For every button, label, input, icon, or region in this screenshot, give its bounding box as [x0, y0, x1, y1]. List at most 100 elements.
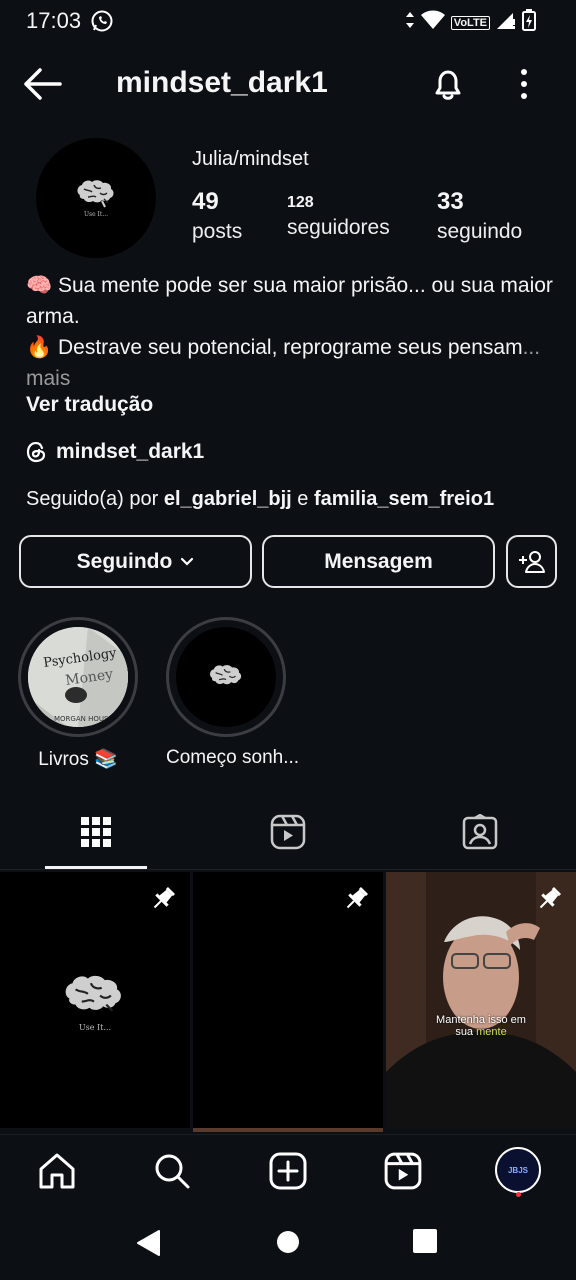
brain-icon — [210, 665, 242, 685]
search-icon — [155, 1154, 190, 1189]
followed-by[interactable]: Seguido(a) por el_gabriel_bjj e familia_… — [26, 488, 494, 511]
pin-icon — [148, 884, 178, 919]
more-vertical-icon — [521, 69, 527, 99]
post-caption-line-2: sua mente — [386, 1026, 576, 1038]
following-button-label: Seguindo — [76, 549, 173, 573]
back-button[interactable] — [22, 66, 66, 102]
following-button[interactable]: Seguindo — [19, 535, 252, 588]
content-tabs — [0, 800, 576, 870]
status-time: 17:03 — [26, 8, 82, 33]
nav-search[interactable] — [150, 1149, 194, 1193]
threads-handle: mindset_dark1 — [56, 440, 205, 463]
reels-icon — [270, 814, 306, 850]
active-tab-indicator — [45, 866, 147, 869]
stat-posts[interactable]: 49 posts — [192, 188, 242, 244]
followed-prefix: Seguido(a) por — [26, 488, 164, 510]
highlight-books[interactable]: Psychology Money MORGAN HOUSEL Livros 📚 — [18, 617, 138, 771]
notification-dot — [516, 1192, 521, 1197]
pin-icon — [341, 884, 371, 919]
highlight-beginning[interactable]: Começo sonh... — [166, 617, 300, 769]
profile-badge-text: JBJS — [507, 1165, 528, 1175]
whatsapp-icon — [90, 9, 114, 38]
threads-icon — [26, 441, 46, 463]
caption-highlight-word: mente — [476, 1026, 507, 1038]
message-button-label: Mensagem — [324, 549, 433, 573]
circle-home-icon — [277, 1231, 299, 1253]
stat-followers[interactable]: 128 seguidores — [287, 188, 390, 240]
wifi-icon — [420, 10, 445, 35]
triangle-back-icon — [137, 1230, 160, 1256]
status-indicators: VoLTE — [405, 9, 536, 36]
pin-icon — [534, 884, 564, 919]
message-button[interactable]: Mensagem — [262, 535, 495, 588]
system-home-button[interactable] — [274, 1228, 304, 1258]
display-name: Julia/mindset — [192, 148, 309, 170]
profile-avatar-small: JBJS — [495, 1147, 541, 1193]
stat-following[interactable]: 33 seguindo — [437, 188, 522, 244]
battery-icon — [522, 9, 536, 36]
next-row-peek — [193, 1128, 383, 1132]
stat-posts-value: 49 — [192, 188, 219, 215]
nav-profile[interactable]: JBJS — [494, 1146, 542, 1194]
profile-header: mindset_dark1 — [0, 52, 576, 116]
post-caption-line-1: Mantenha isso em — [436, 1014, 526, 1026]
stat-followers-label: seguidores — [287, 216, 390, 239]
bio-line-1: 🧠 Sua mente pode ser sua maior prisão...… — [26, 274, 553, 328]
signal-icon — [496, 10, 516, 35]
notifications-button[interactable] — [428, 64, 468, 104]
caption-word: sua — [455, 1026, 477, 1038]
see-translation-link[interactable]: Ver tradução — [26, 393, 153, 417]
chevron-down-icon — [181, 557, 194, 566]
volte-badge: VoLTE — [450, 15, 490, 30]
plus-square-icon — [269, 1152, 307, 1190]
highlight-books-label: Livros 📚 — [38, 749, 118, 770]
stat-posts-label: posts — [192, 220, 243, 243]
nav-reels[interactable] — [381, 1149, 425, 1193]
tab-tagged[interactable] — [455, 810, 505, 854]
posts-grid: Use It... Mantenha isso em sua mente — [0, 872, 576, 1132]
profile-avatar[interactable]: Use It... — [36, 138, 156, 258]
post-caption: Use It... — [78, 1023, 112, 1032]
bio: 🧠 Sua mente pode ser sua maior prisão...… — [26, 270, 556, 394]
stat-following-value: 33 — [437, 188, 464, 215]
data-arrows-icon — [405, 11, 415, 34]
system-navigation — [0, 1204, 576, 1280]
arrow-left-icon — [24, 68, 62, 100]
stat-following-label: seguindo — [437, 220, 523, 243]
followed-and: e — [291, 488, 314, 510]
brain-icon — [77, 179, 114, 207]
bio-line-2-text: 🔥 Destrave seu potencial, reprograme seu… — [26, 336, 523, 359]
status-bar: 17:03 VoLTE — [0, 0, 576, 44]
avatar-caption: Use It... — [83, 210, 109, 218]
brain-icon — [65, 975, 121, 1012]
nav-home[interactable] — [35, 1149, 79, 1193]
nav-create[interactable] — [266, 1149, 310, 1193]
tab-posts-grid[interactable] — [71, 810, 121, 854]
reels-icon — [384, 1152, 422, 1190]
post-tile[interactable]: Mantenha isso em sua mente — [386, 872, 576, 1128]
tagged-user-icon — [462, 814, 498, 850]
bottom-navigation: JBJS — [0, 1134, 576, 1204]
followed-user-2: familia_sem_freio1 — [313, 488, 495, 510]
highlight-beginning-label: Começo sonh... — [166, 747, 300, 768]
bell-icon — [435, 70, 461, 100]
post-image — [60, 974, 128, 1025]
system-back-button[interactable] — [134, 1228, 164, 1258]
post-tile[interactable]: Use It... — [0, 872, 190, 1128]
tab-reels[interactable] — [263, 810, 313, 854]
stat-followers-value: 128 — [287, 194, 314, 211]
home-icon — [39, 1153, 75, 1189]
post-tile[interactable] — [193, 872, 383, 1128]
grid-icon — [81, 817, 111, 847]
threads-link[interactable]: mindset_dark1 — [26, 440, 204, 464]
followed-user-1: el_gabriel_bjj — [163, 488, 292, 510]
add-user-icon — [518, 550, 545, 573]
square-recents-icon — [413, 1229, 437, 1253]
system-recents-button[interactable] — [412, 1228, 442, 1258]
highlight-books-cover: Psychology Money MORGAN HOUSEL — [28, 627, 128, 727]
bio-line-2: 🔥 Destrave seu potencial, reprograme seu… — [26, 332, 556, 394]
highlight-beginning-cover — [176, 627, 276, 727]
add-user-button[interactable] — [506, 535, 557, 588]
cover-author: MORGAN HOUSEL — [54, 715, 117, 723]
more-options-button[interactable] — [508, 64, 540, 104]
